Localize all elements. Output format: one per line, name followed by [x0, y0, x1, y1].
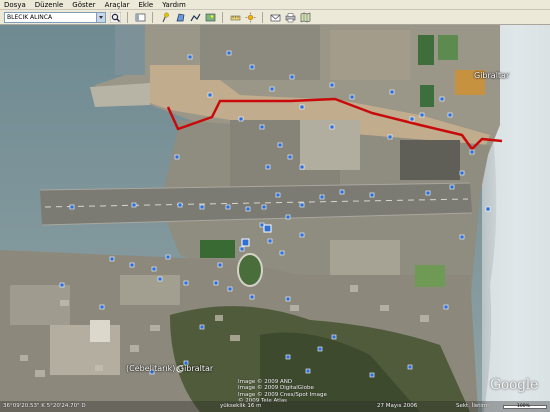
- sidebar-icon: [135, 13, 145, 21]
- gibraltar-label-top[interactable]: Gibraltar: [474, 71, 509, 80]
- toolbar: BLECIK ALINCA: [0, 10, 550, 25]
- menu-edit[interactable]: Düzenle: [35, 0, 64, 10]
- sun-icon: [245, 12, 255, 22]
- menu-add[interactable]: Ekle: [138, 0, 153, 10]
- menu-bar: Dosya Düzenle Göster Araçlar Ekle Yardım: [0, 0, 550, 10]
- polygon-icon: [176, 13, 184, 21]
- toolbar-separator: [152, 11, 153, 23]
- menu-help[interactable]: Yardım: [162, 0, 186, 10]
- menu-tools[interactable]: Araçlar: [105, 0, 130, 10]
- streaming-label: Sekt. İletimi: [456, 403, 489, 409]
- toolbar-separator: [127, 11, 128, 23]
- print-icon: [285, 12, 295, 22]
- search-value: BLECIK ALINCA: [7, 13, 53, 21]
- menu-file[interactable]: Dosya: [4, 0, 26, 10]
- status-bar: 36°09'20.53" K 5°20'24.70" D yükseklik 1…: [0, 401, 550, 412]
- sidebar-toggle-button[interactable]: [134, 11, 146, 23]
- search-dropdown-button[interactable]: [96, 12, 105, 22]
- menu-view[interactable]: Göster: [72, 0, 95, 10]
- imagery-date: 27 Mayıs 2006: [377, 403, 418, 409]
- add-placemark-button[interactable]: [159, 11, 171, 23]
- path-icon: [189, 13, 201, 21]
- satellite-map: [0, 25, 550, 412]
- print-button[interactable]: [284, 11, 296, 23]
- ruler-icon: [230, 15, 240, 20]
- add-path-button[interactable]: [189, 11, 201, 23]
- search-icon: [109, 11, 121, 23]
- search-input[interactable]: BLECIK ALINCA: [4, 11, 106, 23]
- google-logo: Google: [490, 377, 538, 393]
- placemark-icon: [162, 12, 169, 22]
- ruler-button[interactable]: [229, 11, 241, 23]
- add-polygon-button[interactable]: [174, 11, 186, 23]
- map-viewport[interactable]: Gibraltar (Cebelitarık) Gibraltar Image …: [0, 25, 550, 412]
- add-overlay-button[interactable]: [204, 11, 216, 23]
- view-in-maps-button[interactable]: [299, 11, 311, 23]
- toolbar-separator: [262, 11, 263, 23]
- sun-button[interactable]: [244, 11, 256, 23]
- cebelitarik-label[interactable]: (Cebelitarık) Gibraltar: [126, 364, 213, 373]
- overlay-icon: [205, 13, 215, 21]
- map-icon: [300, 12, 310, 22]
- streaming-percent: 100%: [517, 404, 530, 409]
- toolbar-separator: [222, 11, 223, 23]
- email-icon: [270, 14, 280, 21]
- pointer-coordinates: 36°09'20.53" K 5°20'24.70" D: [3, 403, 86, 409]
- elevation-readout: yükseklik 16 m: [220, 403, 262, 409]
- credit-line: Image © 2009 DigitalGlobe: [238, 385, 314, 392]
- search-button[interactable]: [109, 11, 121, 23]
- email-button[interactable]: [269, 11, 281, 23]
